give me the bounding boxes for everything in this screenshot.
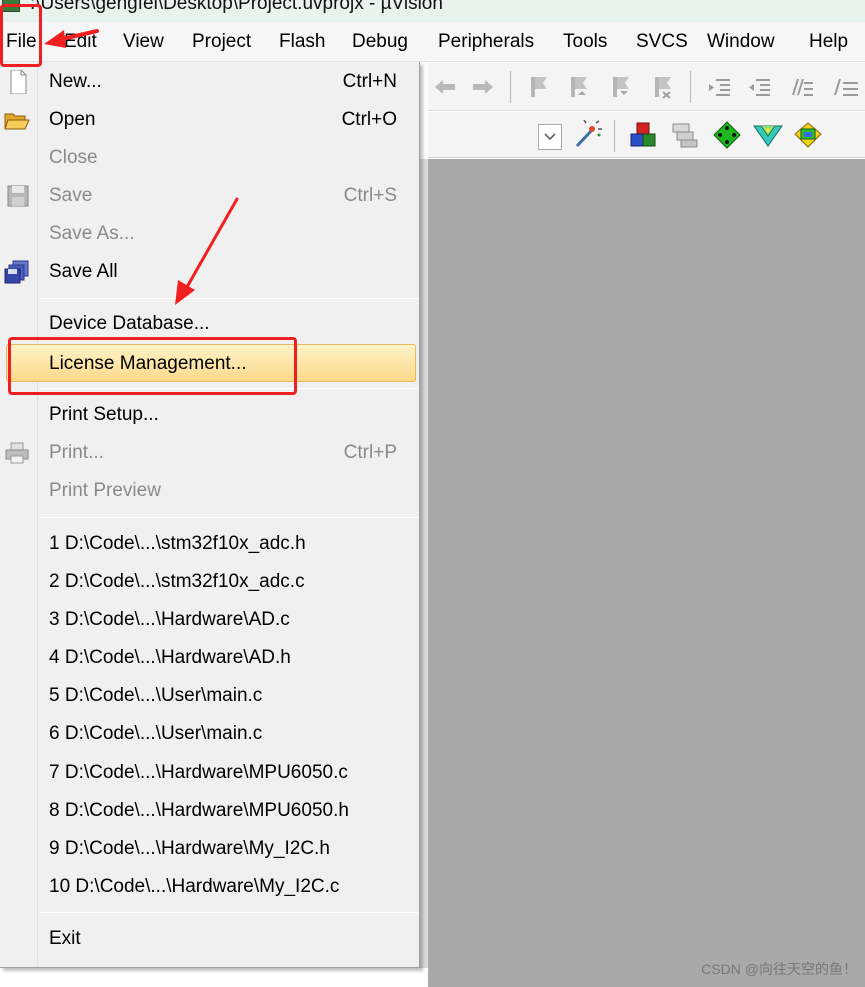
recent-file-item[interactable]: 10 D:\Code\...\Hardware\My_I2C.c bbox=[0, 868, 418, 906]
recent-file-item[interactable]: 5 D:\Code\...\User\main.c bbox=[0, 677, 418, 715]
menu-debug[interactable]: Debug bbox=[352, 31, 408, 53]
bookmark-clear-icon[interactable] bbox=[650, 73, 676, 101]
unindent-icon[interactable] bbox=[746, 75, 772, 99]
menu-item-open-shortcut: Ctrl+O bbox=[341, 109, 397, 130]
menu-project[interactable]: Project bbox=[192, 31, 251, 53]
menu-help[interactable]: Help bbox=[809, 31, 848, 53]
menu-item-save-as[interactable]: Save As... bbox=[0, 215, 418, 253]
navigate-back-icon[interactable] bbox=[432, 75, 458, 99]
target-dropdown-chevron-down-icon[interactable] bbox=[538, 124, 562, 150]
options-for-target-wand-icon[interactable] bbox=[572, 120, 604, 150]
menu-item-save[interactable]: Save Ctrl+S bbox=[0, 177, 418, 215]
menu-item-close-label: Close bbox=[49, 147, 98, 168]
menu-item-save-all[interactable]: Save All bbox=[0, 253, 418, 291]
menu-item-save-shortcut: Ctrl+S bbox=[343, 185, 397, 206]
recent-file-label: 3 D:\Code\...\Hardware\AD.c bbox=[49, 609, 290, 630]
recent-file-label: 5 D:\Code\...\User\main.c bbox=[49, 685, 263, 706]
menu-item-print-setup[interactable]: Print Setup... bbox=[0, 396, 418, 434]
indent-icon[interactable] bbox=[706, 75, 732, 99]
recent-file-label: 6 D:\Code\...\User\main.c bbox=[49, 723, 263, 744]
recent-file-label: 8 D:\Code\...\Hardware\MPU6050.h bbox=[49, 800, 349, 821]
recent-file-item[interactable]: 8 D:\Code\...\Hardware\MPU6050.h bbox=[0, 792, 418, 830]
recent-file-label: 7 D:\Code\...\Hardware\MPU6050.c bbox=[49, 762, 348, 783]
menu-bar: File Edit View Project Flash Debug Perip… bbox=[0, 22, 865, 62]
menu-item-save-label: Save bbox=[49, 185, 93, 206]
select-packs-icon[interactable] bbox=[670, 120, 700, 150]
menu-flash[interactable]: Flash bbox=[279, 31, 325, 53]
menu-item-device-database-label: Device Database... bbox=[49, 313, 210, 334]
pack-installer-icon[interactable] bbox=[752, 120, 784, 150]
menu-item-print-setup-label: Print Setup... bbox=[49, 404, 159, 425]
menu-separator bbox=[40, 517, 418, 518]
screen-bottom-margin bbox=[0, 968, 428, 987]
recent-file-label: 2 D:\Code\...\stm32f10x_adc.c bbox=[49, 571, 305, 592]
menu-svcs[interactable]: SVCS bbox=[636, 31, 688, 53]
menu-tools[interactable]: Tools bbox=[563, 31, 607, 53]
recent-file-label: 1 D:\Code\...\stm32f10x_adc.h bbox=[49, 533, 306, 554]
watermark: CSDN @向往天空的鱼！ bbox=[701, 961, 857, 977]
software-packs-icon[interactable] bbox=[792, 120, 824, 150]
recent-file-label: 10 D:\Code\...\Hardware\My_I2C.c bbox=[49, 876, 340, 897]
menu-separator bbox=[40, 912, 418, 913]
menu-item-print-shortcut: Ctrl+P bbox=[343, 442, 397, 463]
menu-window[interactable]: Window bbox=[707, 31, 775, 53]
uncomment-selection-icon[interactable] bbox=[830, 75, 860, 99]
window-title: :\Users\gengfei\Desktop\Project.uvprojx … bbox=[30, 0, 443, 14]
recent-file-item[interactable]: 7 D:\Code\...\Hardware\MPU6050.c bbox=[0, 754, 418, 792]
toolbar-build bbox=[428, 112, 865, 158]
manage-project-items-icon[interactable] bbox=[628, 120, 658, 150]
menu-item-save-all-label: Save All bbox=[49, 261, 118, 282]
bookmark-previous-icon[interactable] bbox=[566, 73, 592, 101]
toolbar-edit bbox=[428, 63, 865, 111]
recent-file-item[interactable]: 9 D:\Code\...\Hardware\My_I2C.h bbox=[0, 830, 418, 868]
menu-item-new-shortcut: Ctrl+N bbox=[342, 71, 397, 92]
menu-item-close[interactable]: Close bbox=[0, 139, 418, 177]
file-menu-dropdown: New... Ctrl+N Open Ctrl+O Close Save Ctr… bbox=[0, 62, 420, 968]
menu-view[interactable]: View bbox=[123, 31, 164, 53]
bookmark-next-icon[interactable] bbox=[608, 73, 634, 101]
menu-item-print-preview-label: Print Preview bbox=[49, 480, 161, 501]
menu-item-save-as-label: Save As... bbox=[49, 223, 135, 244]
comment-selection-icon[interactable] bbox=[788, 75, 814, 99]
menu-item-open[interactable]: Open Ctrl+O bbox=[0, 101, 418, 139]
menu-separator bbox=[40, 298, 418, 299]
recent-file-item[interactable]: 1 D:\Code\...\stm32f10x_adc.h bbox=[0, 525, 418, 563]
menu-edit[interactable]: Edit bbox=[64, 31, 97, 53]
recent-file-item[interactable]: 2 D:\Code\...\stm32f10x_adc.c bbox=[0, 563, 418, 601]
menu-item-exit[interactable]: Exit bbox=[0, 920, 418, 958]
recent-file-item[interactable]: 6 D:\Code\...\User\main.c bbox=[0, 715, 418, 753]
editor-workspace bbox=[428, 159, 865, 987]
recent-file-item[interactable]: 3 D:\Code\...\Hardware\AD.c bbox=[0, 601, 418, 639]
menu-item-print-preview[interactable]: Print Preview bbox=[0, 472, 418, 510]
printer-icon bbox=[4, 441, 30, 465]
annotation-highlight-license-management bbox=[8, 337, 297, 395]
menu-item-open-label: Open bbox=[49, 109, 96, 130]
open-folder-icon bbox=[4, 108, 30, 132]
recent-file-label: 9 D:\Code\...\Hardware\My_I2C.h bbox=[49, 838, 330, 859]
menu-item-print[interactable]: Print... Ctrl+P bbox=[0, 434, 418, 472]
bookmark-toggle-icon[interactable] bbox=[526, 73, 552, 101]
save-disk-icon bbox=[4, 184, 30, 208]
recent-file-label: 4 D:\Code\...\Hardware\AD.h bbox=[49, 647, 291, 668]
menu-peripherals[interactable]: Peripherals bbox=[438, 31, 534, 53]
annotation-highlight-file-menu bbox=[0, 4, 42, 67]
menu-item-print-label: Print... bbox=[49, 442, 104, 463]
navigate-forward-icon[interactable] bbox=[470, 75, 496, 99]
menu-item-new-label: New... bbox=[49, 71, 102, 92]
menu-item-exit-label: Exit bbox=[49, 928, 81, 949]
title-bar: :\Users\gengfei\Desktop\Project.uvprojx … bbox=[0, 0, 865, 22]
new-file-icon bbox=[4, 69, 30, 95]
menu-item-new[interactable]: New... Ctrl+N bbox=[0, 63, 418, 101]
manage-run-time-environment-icon[interactable] bbox=[712, 120, 742, 150]
save-all-icon bbox=[4, 260, 30, 284]
recent-file-item[interactable]: 4 D:\Code\...\Hardware\AD.h bbox=[0, 639, 418, 677]
